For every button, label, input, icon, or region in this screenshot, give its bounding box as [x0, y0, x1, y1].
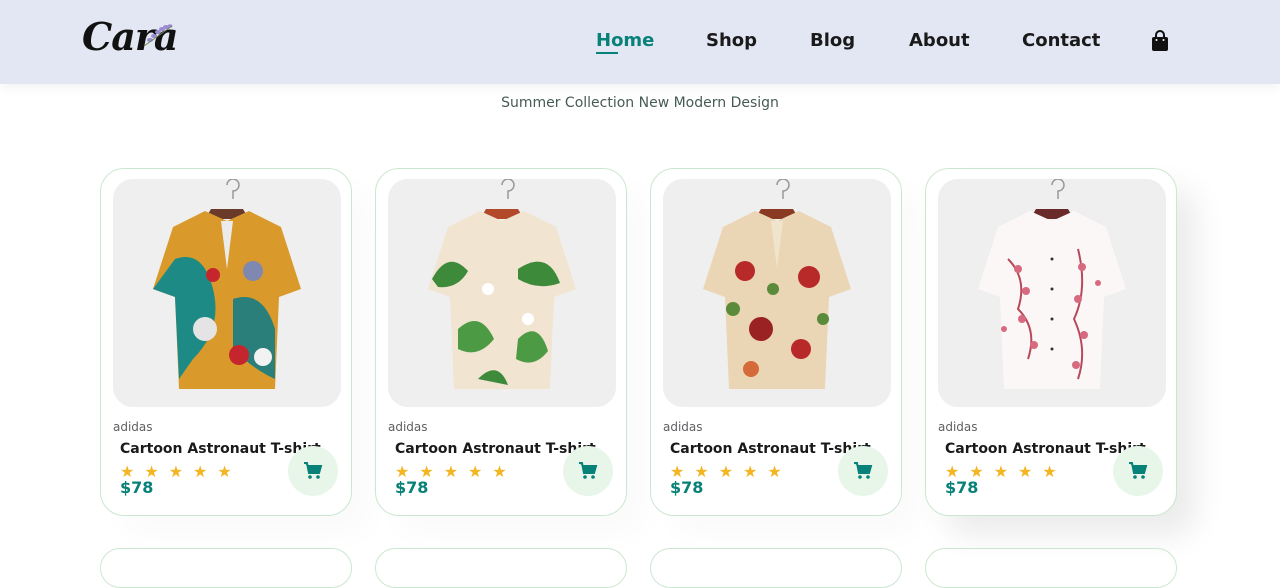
product-card[interactable]: adidas Cartoon Astronaut T-shirt ★★★★★ $… — [925, 168, 1177, 516]
product-card-next-row — [925, 548, 1177, 588]
product-card-next-row — [650, 548, 902, 588]
product-price: $78 — [120, 478, 154, 497]
product-name: Cartoon Astronaut T-shirt — [120, 441, 321, 457]
product-card[interactable]: adidas Cartoon Astronaut T-shirt ★★★★★ $… — [650, 168, 902, 516]
cart-icon — [304, 462, 323, 479]
product-card[interactable]: adidas Cartoon Astronaut T-shirt ★★★★★ $… — [100, 168, 352, 516]
product-card[interactable]: adidas Cartoon Astronaut T-shirt ★★★★★ $… — [375, 168, 627, 516]
nav-about[interactable]: About — [909, 30, 970, 51]
product-image[interactable] — [113, 179, 341, 407]
nav-home[interactable]: Home — [596, 30, 654, 54]
main-nav: Home Shop Blog About Contact — [0, 30, 1280, 56]
cart-icon — [854, 462, 873, 479]
add-to-cart-button[interactable] — [1113, 446, 1163, 496]
product-card-next-row — [375, 548, 627, 588]
product-price: $78 — [395, 478, 429, 497]
product-brand: adidas — [388, 420, 428, 434]
cart-icon — [579, 462, 598, 479]
nav-shop[interactable]: Shop — [706, 30, 757, 51]
product-image[interactable] — [938, 179, 1166, 407]
product-price: $78 — [945, 478, 979, 497]
nav-contact[interactable]: Contact — [1022, 30, 1100, 51]
cart-icon — [1129, 462, 1148, 479]
section-subtitle: Summer Collection New Modern Design — [501, 95, 779, 111]
product-brand: adidas — [113, 420, 153, 434]
product-name: Cartoon Astronaut T-shirt — [670, 441, 871, 457]
product-name: Cartoon Astronaut T-shirt — [945, 441, 1146, 457]
product-brand: adidas — [663, 420, 703, 434]
add-to-cart-button[interactable] — [563, 446, 613, 496]
product-brand: adidas — [938, 420, 978, 434]
product-name: Cartoon Astronaut T-shirt — [395, 441, 596, 457]
add-to-cart-button[interactable] — [288, 446, 338, 496]
site-header: Cara Home Shop Blog About Contact — [0, 0, 1280, 84]
nav-blog[interactable]: Blog — [810, 30, 855, 51]
product-card-next-row — [100, 548, 352, 588]
product-image[interactable] — [663, 179, 891, 407]
add-to-cart-button[interactable] — [838, 446, 888, 496]
product-price: $78 — [670, 478, 704, 497]
shopping-bag-icon[interactable] — [1150, 30, 1170, 52]
product-image[interactable] — [388, 179, 616, 407]
